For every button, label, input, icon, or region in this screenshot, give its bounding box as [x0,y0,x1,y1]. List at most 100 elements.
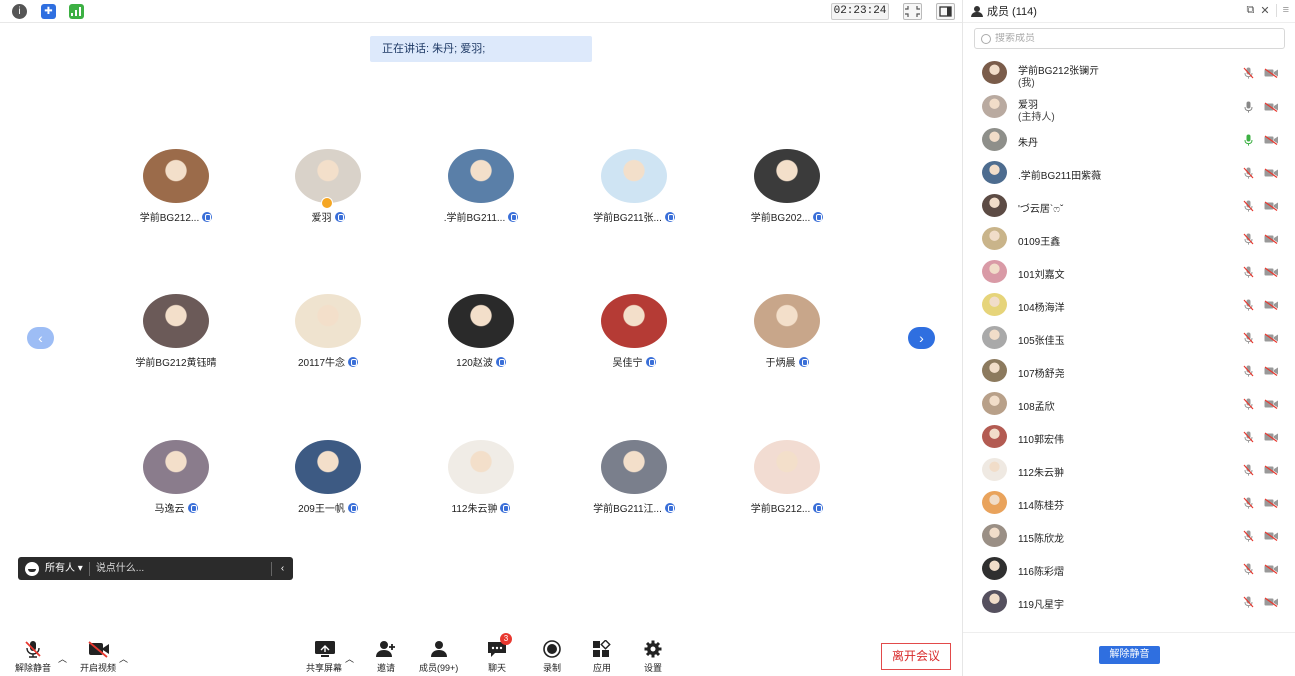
chat-button[interactable]: 3 聊天 [486,633,512,674]
shield-icon[interactable]: ✚ [41,4,56,19]
camera-off-icon[interactable] [1264,498,1279,508]
close-icon[interactable]: ✕ [1260,4,1269,17]
video-tile[interactable]: 学前BG202... [722,149,852,239]
unmute-button[interactable]: 解除静音 [15,640,51,674]
chat-input[interactable] [89,557,271,580]
member-row[interactable]: 105张佳玉 [963,321,1295,354]
info-icon[interactable]: i [12,4,27,19]
mic-muted-icon[interactable] [1243,67,1254,79]
exit-fullscreen-icon[interactable] [903,3,922,20]
mic-off-icon [22,640,44,658]
leave-meeting-button[interactable]: 离开会议 [881,643,951,670]
camera-off-icon[interactable] [1264,267,1279,277]
member-row[interactable]: 朱丹 [963,123,1295,156]
video-tile[interactable]: 吴佳宁 [569,294,699,384]
member-row[interactable]: 114陈桂芬 [963,486,1295,519]
camera-off-icon[interactable] [1264,135,1279,145]
member-row[interactable]: 101刘嘉文 [963,255,1295,288]
video-tile[interactable]: 学前BG212黄钰晴 [111,294,241,384]
prev-page-button[interactable]: ‹ [27,327,54,349]
audio-options-chevron-icon[interactable]: ︿ [58,652,67,665]
mic-icon[interactable] [1243,134,1254,146]
member-name: 朱丹 [1018,138,1038,149]
camera-off-icon[interactable] [1264,333,1279,343]
video-tile[interactable]: .学前BG211... [416,149,546,239]
camera-off-icon[interactable] [1264,432,1279,442]
emoji-icon[interactable] [25,561,39,576]
search-input[interactable] [995,33,1265,44]
invite-button[interactable]: 邀请 [375,640,397,674]
apps-button[interactable]: 应用 [591,639,613,674]
mic-muted-icon[interactable] [1243,398,1254,410]
camera-off-icon[interactable] [1264,366,1279,376]
mic-muted-icon[interactable] [1243,299,1254,311]
video-tile[interactable]: 学前BG211张... [569,149,699,239]
mic-muted-icon[interactable] [1243,431,1254,443]
share-screen-button[interactable]: 共享屏幕 [306,640,342,674]
mic-muted-icon[interactable] [1243,332,1254,344]
mic-icon[interactable] [1243,101,1254,113]
video-tile[interactable]: 马逸云 [111,440,241,530]
member-row[interactable]: 110郭宏伟 [963,420,1295,453]
member-row[interactable]: 爱羽 (主持人) [963,90,1295,123]
popout-icon[interactable]: ⧉ [1247,4,1255,17]
video-options-chevron-icon[interactable]: ︿ [119,652,128,665]
share-options-chevron-icon[interactable]: ︿ [345,652,354,665]
member-row[interactable]: 'づ云居`ෆˇ [963,189,1295,222]
video-tile[interactable]: 于炳晨 [722,294,852,384]
member-row[interactable]: 112朱云翀 [963,453,1295,486]
menu-icon[interactable]: ≡ [1275,4,1289,17]
unmute-all-button[interactable]: 解除静音 [1099,646,1160,664]
signal-icon[interactable] [69,4,84,19]
mic-muted-icon[interactable] [1243,563,1254,575]
member-search[interactable] [974,28,1285,49]
video-tile[interactable]: 209王一帆 [263,440,393,530]
settings-button[interactable]: 设置 [642,640,664,674]
member-row[interactable]: 107杨舒尧 [963,354,1295,387]
next-page-button[interactable]: › [908,327,935,349]
mic-muted-icon[interactable] [1243,167,1254,179]
camera-off-icon[interactable] [1264,597,1279,607]
camera-off-icon[interactable] [1264,102,1279,112]
member-row[interactable]: 108孟欣 [963,387,1295,420]
video-tile[interactable]: 112朱云翀 [416,440,546,530]
camera-off-icon[interactable] [1264,465,1279,475]
mic-muted-icon[interactable] [1243,233,1254,245]
video-tile[interactable]: 学前BG212... [722,440,852,530]
member-row[interactable]: 119凡星宇 [963,585,1295,618]
video-tile[interactable]: 20117牛念 [263,294,393,384]
member-row[interactable]: 0109王鑫 [963,222,1295,255]
video-tile[interactable]: 学前BG212... [111,149,241,239]
member-row[interactable]: .学前BG211田紫薇 [963,156,1295,189]
video-tile[interactable]: 爱羽 [263,149,393,239]
camera-off-icon[interactable] [1264,201,1279,211]
camera-off-icon[interactable] [1264,399,1279,409]
sidebar-toggle-icon[interactable] [936,3,955,20]
video-tile[interactable]: 学前BG211江... [569,440,699,530]
member-name: 112朱云翀 [1018,468,1064,479]
record-button[interactable]: 录制 [541,640,563,674]
avatar [295,149,361,203]
mic-muted-icon[interactable] [1243,365,1254,377]
camera-off-icon[interactable] [1264,564,1279,574]
mic-muted-icon[interactable] [1243,596,1254,608]
camera-off-icon[interactable] [1264,234,1279,244]
mic-muted-icon[interactable] [1243,200,1254,212]
member-row[interactable]: 116陈彩熠 [963,552,1295,585]
mic-muted-icon[interactable] [1243,464,1254,476]
video-tile[interactable]: 120赵波 [416,294,546,384]
mic-muted-icon[interactable] [1243,497,1254,509]
member-row[interactable]: 学前BG212张镧亓 (我) [963,56,1295,89]
collapse-chat-button[interactable]: ‹ [271,561,293,576]
member-row[interactable]: 115陈欣龙 [963,519,1295,552]
start-video-button[interactable]: 开启视频 [80,640,116,674]
mic-muted-icon[interactable] [1243,266,1254,278]
camera-off-icon[interactable] [1264,531,1279,541]
members-button[interactable]: 成员(99+) [419,640,458,674]
camera-off-icon[interactable] [1264,300,1279,310]
mic-muted-icon[interactable] [1243,530,1254,542]
camera-off-icon[interactable] [1264,168,1279,178]
member-row[interactable]: 104杨海洋 [963,288,1295,321]
camera-off-icon[interactable] [1264,68,1279,78]
chat-recipient-select[interactable]: 所有人 ▾ [45,561,90,576]
